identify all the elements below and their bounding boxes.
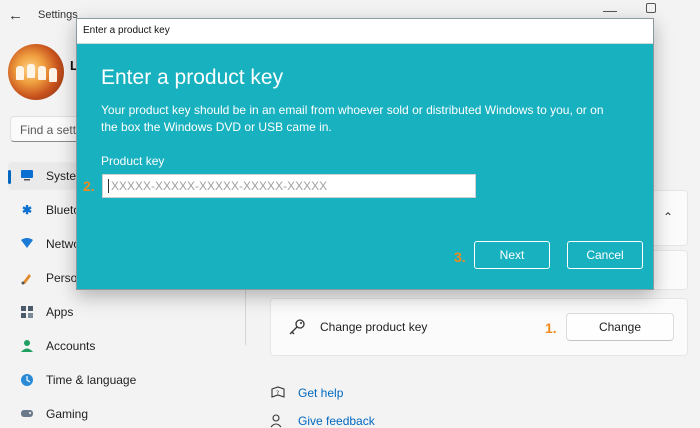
dialog-window-title: Enter a product key: [83, 25, 170, 36]
back-arrow-icon[interactable]: ←: [8, 8, 24, 24]
text-caret: [108, 179, 109, 193]
sidebar-item-gaming[interactable]: Gaming: [8, 400, 178, 428]
sidebar-item-accounts[interactable]: Accounts: [8, 332, 178, 360]
dialog-heading: Enter a product key: [101, 66, 284, 89]
bluetooth-icon: ✱: [21, 203, 33, 217]
apps-icon: [20, 305, 34, 319]
sidebar-item-label: Blueto: [46, 203, 81, 217]
sidebar-item-label: Time & language: [46, 373, 137, 387]
sidebar-item-network[interactable]: Netwo: [8, 230, 81, 258]
sidebar-item-label: Apps: [46, 305, 74, 319]
next-button[interactable]: Next: [474, 241, 550, 269]
key-icon: [288, 318, 306, 336]
product-key-label: Product key: [101, 154, 165, 168]
globe-clock-icon: [20, 373, 34, 387]
sidebar-item-label: Accounts: [46, 339, 96, 353]
wifi-icon: [20, 237, 34, 251]
get-help-text: Get help: [298, 386, 344, 400]
dialog-body: Enter a product key Your product key sho…: [77, 44, 653, 289]
sidebar-divider: [245, 290, 246, 345]
sidebar-item-label: Netwo: [46, 237, 81, 251]
person-icon: [20, 339, 34, 353]
maximize-icon[interactable]: [646, 3, 656, 13]
step-marker-3: 3.: [454, 249, 466, 265]
svg-text:?: ?: [276, 390, 279, 397]
sidebar-item-personalization[interactable]: Perso: [8, 264, 78, 292]
expand-card[interactable]: ⌃: [654, 190, 688, 246]
step-marker-1: 1.: [545, 320, 557, 336]
minimize-icon[interactable]: [603, 2, 617, 12]
avatar: [8, 44, 64, 100]
dialog-titlebar: Enter a product key: [77, 19, 653, 44]
gamepad-icon: [20, 407, 34, 421]
active-indicator: [8, 170, 11, 184]
sidebar-item-label: Perso: [46, 271, 78, 285]
dialog-description: Your product key should be in an email f…: [101, 103, 604, 134]
step-marker-2: 2.: [83, 178, 95, 194]
give-feedback-text: Give feedback: [298, 414, 375, 428]
sidebar-item-time-language[interactable]: Time & language: [8, 366, 178, 394]
sidebar-item-apps[interactable]: Apps: [8, 298, 178, 326]
sidebar-item-bluetooth[interactable]: ✱ Blueto: [8, 196, 81, 224]
sidebar-item-system[interactable]: Syster: [8, 162, 81, 190]
monitor-icon: [20, 169, 34, 183]
feedback-icon: [270, 413, 286, 428]
change-button[interactable]: Change: [566, 313, 674, 341]
pen-icon: [20, 271, 34, 285]
sidebar-item-label: Gaming: [46, 407, 89, 421]
help-icon: ?: [270, 385, 286, 401]
chevron-up-icon: ⌃: [663, 210, 674, 224]
product-key-input[interactable]: [102, 174, 476, 198]
cancel-button[interactable]: Cancel: [567, 241, 643, 269]
sidebar-item-label: Syster: [46, 169, 81, 183]
app-title: Settings: [38, 9, 78, 21]
search-placeholder: Find a setti: [20, 123, 79, 137]
product-key-dialog: Enter a product key Enter a product key …: [76, 18, 654, 290]
change-product-key-label: Change product key: [320, 320, 428, 334]
